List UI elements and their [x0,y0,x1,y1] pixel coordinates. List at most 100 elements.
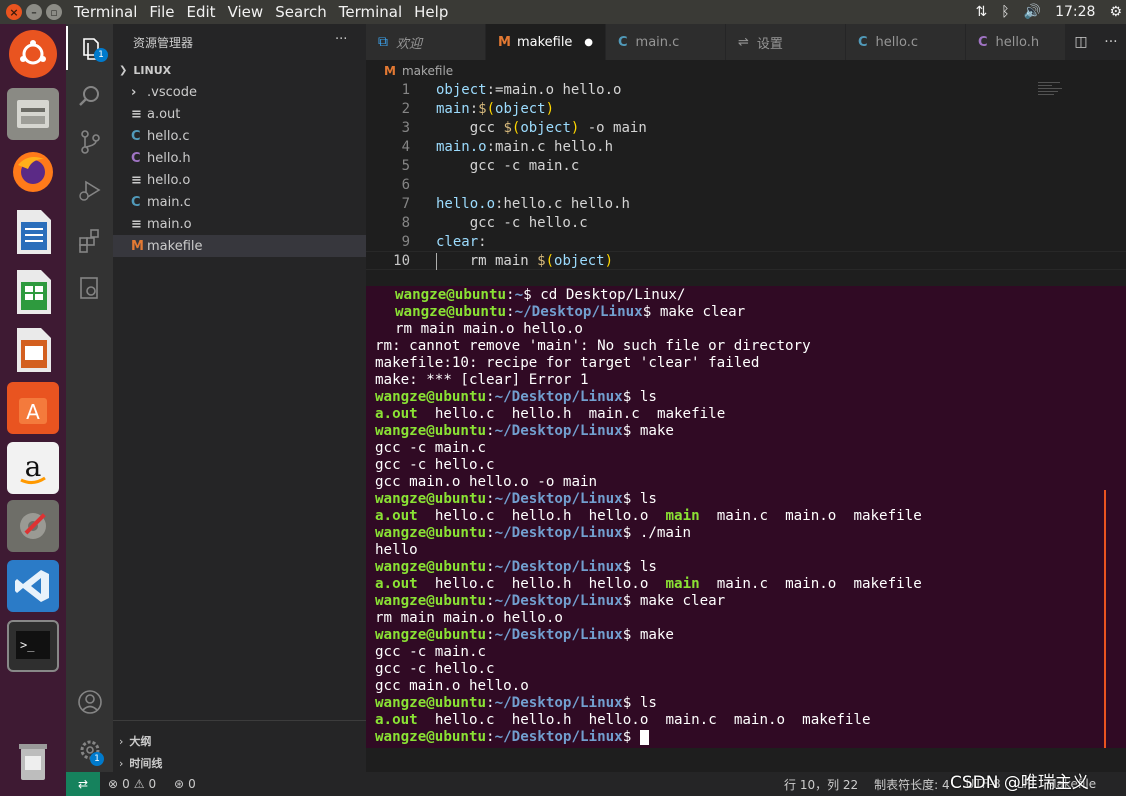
tree-item[interactable]: Mmakefile [113,235,366,257]
libreoffice-impress-icon[interactable] [7,324,59,376]
menu-file[interactable]: File [149,3,174,21]
tree-item[interactable]: › .vscode [113,81,366,103]
clock[interactable]: 17:28 [1055,4,1095,20]
menu-edit[interactable]: Edit [187,3,216,21]
tab-settings[interactable]: ⇌ 设置 [726,24,846,60]
cursor-position[interactable]: 行 10，列 22 [784,776,858,793]
code-line[interactable]: 9 clear: [366,232,1126,251]
prompt-path: ~/Desktop/Linux [494,525,623,541]
code-line[interactable]: 10 rm main $(object) [366,251,1126,270]
extensions-icon[interactable] [66,218,113,262]
makefile-icon: M [131,238,144,254]
explorer-icon[interactable]: 1 [66,26,113,70]
editor-tabs: ⧉ 欢迎 M makefile ● C main.c ⇌ 设置 C hello.… [366,24,1126,60]
tab-hello-c[interactable]: C hello.c [846,24,966,60]
account-icon[interactable] [66,680,113,724]
remote-indicator-icon[interactable]: ⇄ [66,772,100,796]
minimize-window-icon[interactable]: – [26,4,42,20]
code-line[interactable]: 3 gcc $(object) -o main [366,118,1126,137]
outline-section[interactable]: › 大纲 [113,730,366,752]
trash-icon[interactable] [7,736,59,788]
vscode-dock-icon[interactable] [7,560,59,612]
terminal-line: wangze@ubuntu:~/Desktop/Linux$ make [375,423,674,439]
menu-search[interactable]: Search [275,3,327,21]
maximize-window-icon[interactable]: ▫ [46,4,62,20]
code-editor[interactable]: M makefile 1 object:=main.o hello.o 2 main:… [366,60,1126,286]
files-icon[interactable] [7,88,59,140]
run-debug-icon[interactable] [66,168,113,212]
terminal-line: gcc main.o hello.o -o main [375,474,597,491]
app-name-menu[interactable]: Terminal [74,3,137,21]
tree-item[interactable]: ≡ a.out [113,103,366,125]
code-line[interactable]: 7 hello.o:hello.c hello.h [366,194,1126,213]
tab-size[interactable]: 制表符长度: 4 [874,776,950,793]
amazon-icon[interactable]: a [7,442,59,494]
code-line[interactable]: 1 object:=main.o hello.o [366,80,1126,99]
code-text: hello.o:hello.c hello.h [436,195,630,212]
tab-label: 设置 [756,36,783,52]
menu-help[interactable]: Help [414,3,448,21]
libreoffice-writer-icon[interactable] [7,206,59,258]
menu-view[interactable]: View [228,3,264,21]
terminal-dock-icon[interactable]: >_ [7,620,59,672]
manage-gear-icon[interactable]: 1 [66,728,113,772]
ubuntu-logo-icon[interactable] [9,30,57,78]
unsaved-dot-icon[interactable]: ● [584,37,593,48]
source-control-icon[interactable] [66,120,113,164]
prompt-user: wangze@ubuntu [375,491,487,507]
prompt-path: ~/Desktop/Linux [494,491,623,507]
search-icon[interactable] [66,74,113,118]
volume-icon[interactable]: 🔊 [1024,4,1041,20]
software-center-icon[interactable]: A [7,382,59,434]
tree-item[interactable]: Chello.c [113,125,366,147]
c-header-icon: C [131,150,141,166]
ls-entry: hello.o [588,712,649,728]
command-text: make clear [659,304,746,320]
code-text: gcc $(object) -o main [436,119,647,136]
terminal-scrollbar[interactable] [1104,490,1106,748]
more-actions-icon[interactable]: ··· [1104,34,1117,50]
ls-entry: hello.h [511,576,572,592]
tab-welcome[interactable]: ⧉ 欢迎 [366,24,486,60]
line-number: 1 [401,81,410,98]
explorer-badge: 1 [94,48,108,62]
tree-item[interactable]: ≡ hello.o [113,169,366,191]
code-line[interactable]: 2 main:$(object) [366,99,1126,118]
output-text: rm main main.o hello.o [395,321,583,337]
code-line[interactable]: 4 main.o:main.c hello.h [366,137,1126,156]
code-line[interactable]: 5 gcc -c main.c [366,156,1126,175]
problems-indicator[interactable]: ⊗ 0 ⚠ 0 [108,772,156,796]
ls-entry: makefile [853,508,922,524]
tab-hello-h[interactable]: C hello.h [966,24,1066,60]
c-icon: C [858,34,868,50]
menu-terminal[interactable]: Terminal [339,3,402,21]
timeline-section[interactable]: › 时间线 [113,752,366,774]
terminal-window[interactable]: wangze@ubuntu:~$ cd Desktop/Linux/wangze… [366,286,1126,748]
split-editor-icon[interactable]: ◫ [1074,34,1087,50]
firefox-icon[interactable] [7,146,59,198]
code-line[interactable]: 6 [366,175,1126,194]
libreoffice-calc-icon[interactable] [7,266,59,318]
tree-item[interactable]: Cmain.c [113,191,366,213]
system-settings-icon[interactable] [7,500,59,552]
ports-indicator[interactable]: ⊛ 0 [174,772,196,796]
bluetooth-icon[interactable]: ᛒ [1001,4,1009,20]
remote-explorer-icon[interactable] [66,266,113,310]
more-actions-icon[interactable]: ··· [335,32,347,47]
close-window-icon[interactable]: × [6,4,22,20]
settings-gear-icon[interactable]: ⚙ [1109,4,1122,20]
tree-item[interactable]: Chello.h [113,147,366,169]
warning-icon: ⚠ [133,777,145,791]
tab-makefile[interactable]: M makefile ● [486,24,606,60]
prompt-user: wangze@ubuntu [375,525,487,541]
tab-main-c[interactable]: C main.c [606,24,726,60]
code-line[interactable]: 8 gcc -c hello.c [366,213,1126,232]
minimap[interactable] [1038,80,1068,102]
breadcrumb[interactable]: M makefile [384,62,453,80]
folder-linux[interactable]: ❯ LINUX [113,59,366,81]
tree-item[interactable]: ≡ main.o [113,213,366,235]
network-icon[interactable]: ⇅ [976,4,988,20]
ls-entry: main [665,508,700,524]
prompt-path: ~/Desktop/Linux [494,389,623,405]
terminal-line: hello [375,542,418,559]
